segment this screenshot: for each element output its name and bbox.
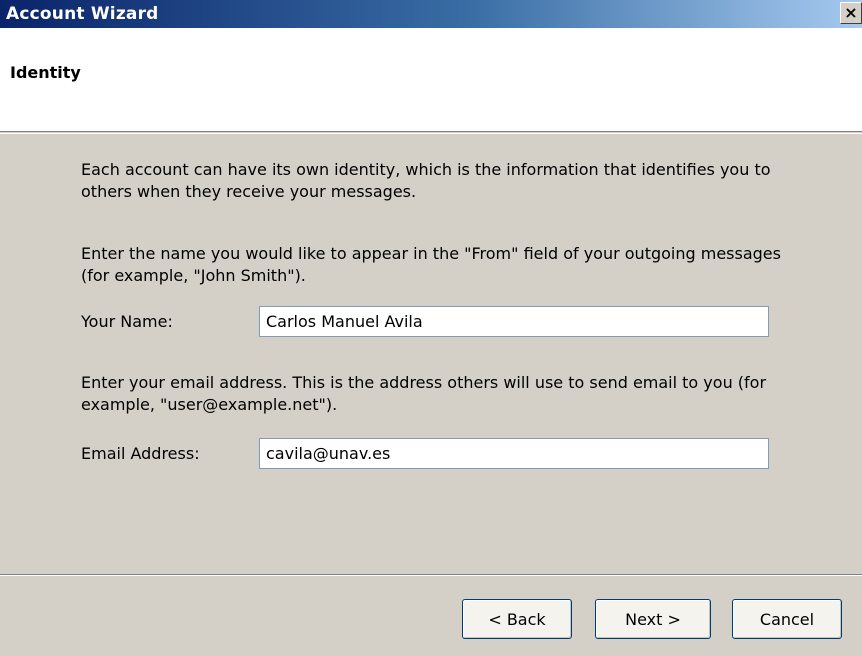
cancel-button[interactable]: Cancel (732, 599, 842, 639)
page-title: Identity (10, 63, 81, 82)
email-label: Email Address: (81, 444, 200, 463)
intro-text: Each account can have its own identity, … (81, 160, 771, 201)
name-label: Your Name: (81, 312, 173, 331)
header-panel: Identity (0, 28, 862, 132)
email-input[interactable] (259, 438, 769, 469)
name-input[interactable] (259, 306, 769, 337)
back-button[interactable]: < Back (462, 599, 572, 639)
title-bar: Account Wizard × (0, 0, 862, 28)
header-divider (0, 133, 862, 134)
email-instruction: Enter your email address. This is the ad… (81, 373, 767, 414)
footer-separator-highlight (0, 575, 862, 576)
name-instruction: Enter the name you would like to appear … (81, 244, 781, 285)
window-title: Account Wizard (6, 4, 159, 24)
next-button[interactable]: Next > (595, 599, 711, 639)
close-button[interactable]: × (840, 2, 862, 24)
close-icon: × (844, 3, 858, 22)
